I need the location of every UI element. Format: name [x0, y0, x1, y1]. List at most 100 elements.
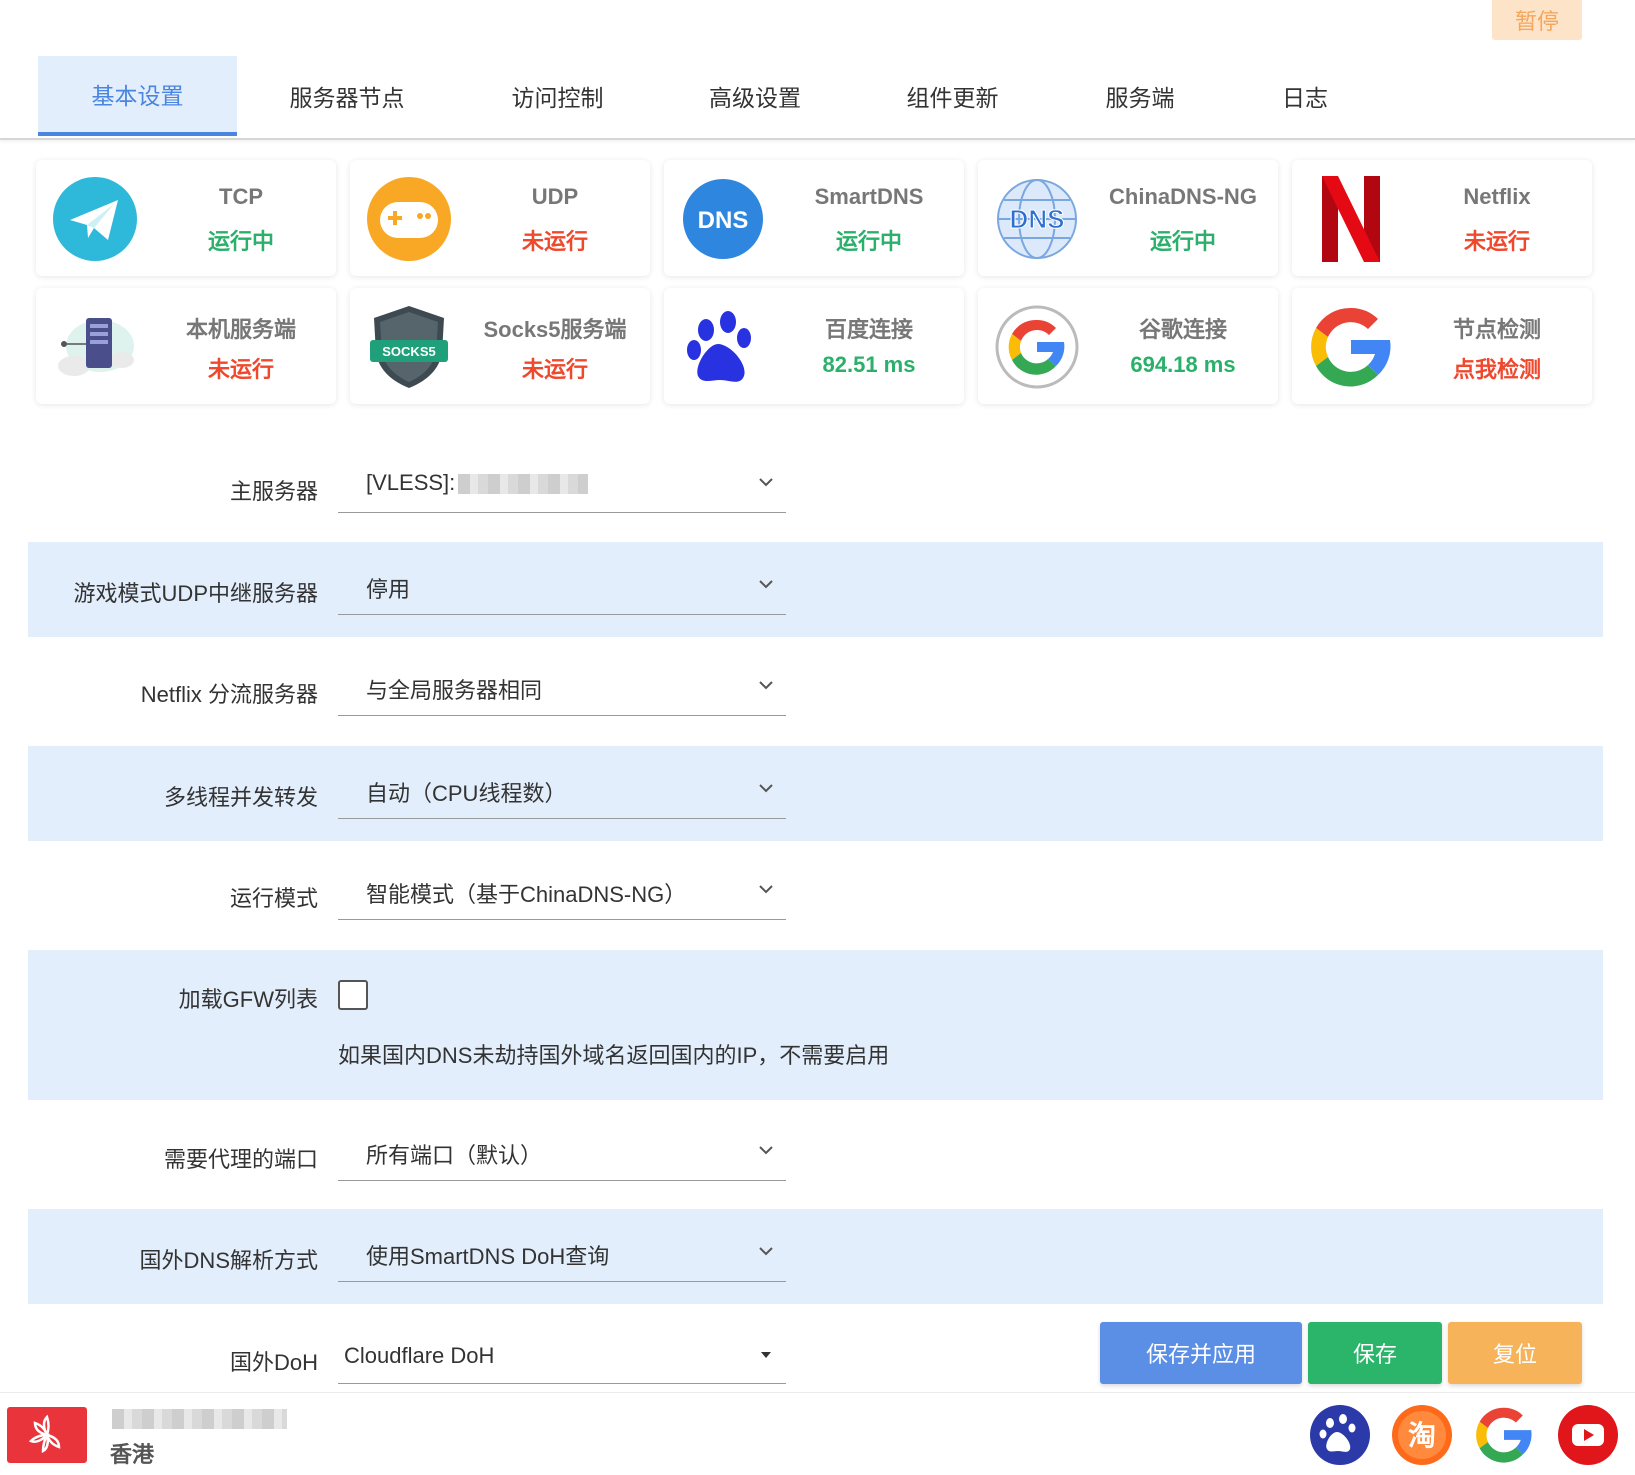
hong-kong-flag-icon — [7, 1407, 87, 1463]
dns-mode-label: 国外DNS解析方式 — [139, 1248, 318, 1273]
card-title: 谷歌连接 — [1138, 317, 1227, 342]
chevron-down-icon — [759, 784, 773, 793]
row-dns-mode: 国外DNS解析方式 使用SmartDNS DoH查询 — [28, 1209, 1603, 1304]
proxy-ports-label: 需要代理的端口 — [163, 1147, 318, 1172]
tab-bar: 基本设置 服务器节点 访问控制 高级设置 组件更新 服务端 日志 — [0, 52, 1635, 140]
status-card-chinadns: DNS ChinaDNS-NG 运行中 — [978, 160, 1278, 276]
card-title: 本机服务端 — [185, 317, 296, 342]
row-netflix-server: Netflix 分流服务器 与全局服务器相同 — [28, 637, 1603, 745]
reset-button[interactable]: 复位 — [1448, 1322, 1582, 1384]
status-card-socks5: SOCKS5 Socks5服务端 未运行 — [350, 288, 650, 404]
run-mode-label: 运行模式 — [229, 886, 318, 911]
gfw-list-checkbox[interactable] — [338, 980, 368, 1010]
dns-badge-icon: DNS — [683, 179, 763, 259]
game-udp-value: 停用 — [366, 577, 411, 602]
paper-plane-icon — [53, 177, 137, 261]
gfw-list-label: 加载GFW列表 — [178, 987, 318, 1012]
card-title: Socks5服务端 — [483, 317, 627, 342]
row-proxy-ports: 需要代理的端口 所有端口（默认） — [28, 1100, 1603, 1208]
tab-server-nodes[interactable]: 服务器节点 — [262, 56, 432, 136]
proxy-ports-select[interactable]: 所有端口（默认） — [338, 1122, 786, 1181]
row-threads: 多线程并发转发 自动（CPU线程数） — [28, 746, 1603, 841]
main-server-value: [VLESS]: — [366, 470, 456, 495]
row-run-mode: 运行模式 智能模式（基于ChinaDNS-NG） — [28, 841, 1603, 949]
game-udp-select[interactable]: 停用 — [338, 556, 786, 615]
footer-bar: 香港 淘 — [0, 1392, 1635, 1475]
redacted-server-name — [458, 474, 588, 494]
chevron-down-icon — [759, 681, 773, 690]
card-status: 运行中 — [835, 229, 902, 254]
run-mode-select[interactable]: 智能模式（基于ChinaDNS-NG） — [338, 861, 786, 920]
youtube-link-icon[interactable] — [1558, 1405, 1618, 1465]
status-card-smartdns: DNS SmartDNS 运行中 — [664, 160, 964, 276]
card-title: Netflix — [1463, 184, 1531, 209]
main-server-select[interactable]: [VLESS]: — [338, 454, 786, 513]
card-status: 694.18 ms — [1130, 352, 1236, 377]
caret-down-icon — [761, 1352, 771, 1358]
foreign-doh-select[interactable]: Cloudflare DoH — [338, 1327, 786, 1384]
pause-button[interactable]: 暂停 — [1492, 0, 1582, 40]
baidu-link-icon[interactable] — [1310, 1405, 1370, 1465]
row-gfw-list: 加载GFW列表 如果国内DNS未劫持国外域名返回国内的IP，不需要启用 — [28, 950, 1603, 1100]
status-card-baidu: 百度连接 82.51 ms — [664, 288, 964, 404]
baidu-paw-icon — [687, 311, 751, 382]
status-card-tcp: TCP 运行中 — [36, 160, 336, 276]
cloud-server-icon — [58, 318, 134, 376]
card-title: 节点检测 — [1452, 317, 1541, 342]
region-label: 香港 — [110, 1442, 155, 1467]
card-title: 百度连接 — [824, 317, 913, 342]
dns-mode-value: 使用SmartDNS DoH查询 — [366, 1244, 610, 1269]
threads-select[interactable]: 自动（CPU线程数） — [338, 760, 786, 819]
status-card-node-check[interactable]: 节点检测 点我检测 — [1292, 288, 1592, 404]
row-game-udp: 游戏模式UDP中继服务器 停用 — [28, 542, 1603, 637]
dns-globe-text: DNS — [1010, 204, 1065, 234]
chevron-down-icon — [759, 885, 773, 894]
chevron-down-icon — [759, 478, 773, 487]
google-icon — [1311, 307, 1391, 387]
netflix-icon — [1322, 176, 1380, 262]
google-round-icon — [995, 305, 1079, 389]
run-mode-value: 智能模式（基于ChinaDNS-NG） — [366, 882, 687, 907]
row-main-server: 主服务器 [VLESS]: — [28, 440, 1603, 540]
card-title: UDP — [531, 184, 579, 209]
netflix-server-value: 与全局服务器相同 — [366, 678, 543, 703]
card-status: 未运行 — [207, 357, 274, 382]
card-status: 82.51 ms — [822, 352, 916, 377]
proxy-ports-value: 所有端口（默认） — [366, 1143, 543, 1168]
card-status: 未运行 — [521, 357, 588, 382]
card-status: 运行中 — [207, 229, 274, 254]
tab-server[interactable]: 服务端 — [1080, 56, 1200, 136]
dns-badge-text: DNS — [698, 207, 749, 234]
tab-log[interactable]: 日志 — [1260, 56, 1350, 136]
gfw-list-hint: 如果国内DNS未劫持国外域名返回国内的IP，不需要启用 — [338, 1043, 890, 1068]
save-and-apply-button[interactable]: 保存并应用 — [1100, 1322, 1302, 1384]
redacted-ip-address — [112, 1409, 287, 1429]
gamepad-icon — [367, 177, 451, 261]
tab-advanced-settings[interactable]: 高级设置 — [680, 56, 830, 136]
dns-mode-select[interactable]: 使用SmartDNS DoH查询 — [338, 1223, 786, 1282]
game-udp-label: 游戏模式UDP中继服务器 — [73, 581, 318, 606]
foreign-doh-label: 国外DoH — [229, 1350, 318, 1375]
tab-component-update[interactable]: 组件更新 — [875, 56, 1030, 136]
save-button[interactable]: 保存 — [1308, 1322, 1442, 1384]
dns-globe-icon: DNS — [997, 179, 1077, 259]
chevron-down-icon — [759, 1146, 773, 1155]
socks5-shield-icon: SOCKS5 — [370, 306, 448, 388]
foreign-doh-value: Cloudflare DoH — [344, 1343, 495, 1368]
socks5-shield-text: SOCKS5 — [382, 344, 435, 359]
tab-basic-settings[interactable]: 基本设置 — [38, 56, 237, 136]
tab-access-control[interactable]: 访问控制 — [480, 56, 635, 136]
card-status: 未运行 — [1463, 229, 1530, 254]
google-link-icon[interactable] — [1474, 1405, 1534, 1465]
card-title: ChinaDNS-NG — [1109, 184, 1257, 209]
netflix-server-select[interactable]: 与全局服务器相同 — [338, 657, 786, 716]
card-title: SmartDNS — [814, 184, 924, 209]
taobao-link-text: 淘 — [1408, 1419, 1436, 1452]
chevron-down-icon — [759, 1247, 773, 1256]
status-card-local-server: 本机服务端 未运行 — [36, 288, 336, 404]
threads-value: 自动（CPU线程数） — [366, 781, 567, 806]
threads-label: 多线程并发转发 — [163, 785, 318, 810]
taobao-link-icon[interactable]: 淘 — [1392, 1405, 1452, 1465]
node-check-link[interactable]: 点我检测 — [1402, 352, 1592, 384]
card-status: 运行中 — [1149, 229, 1216, 254]
